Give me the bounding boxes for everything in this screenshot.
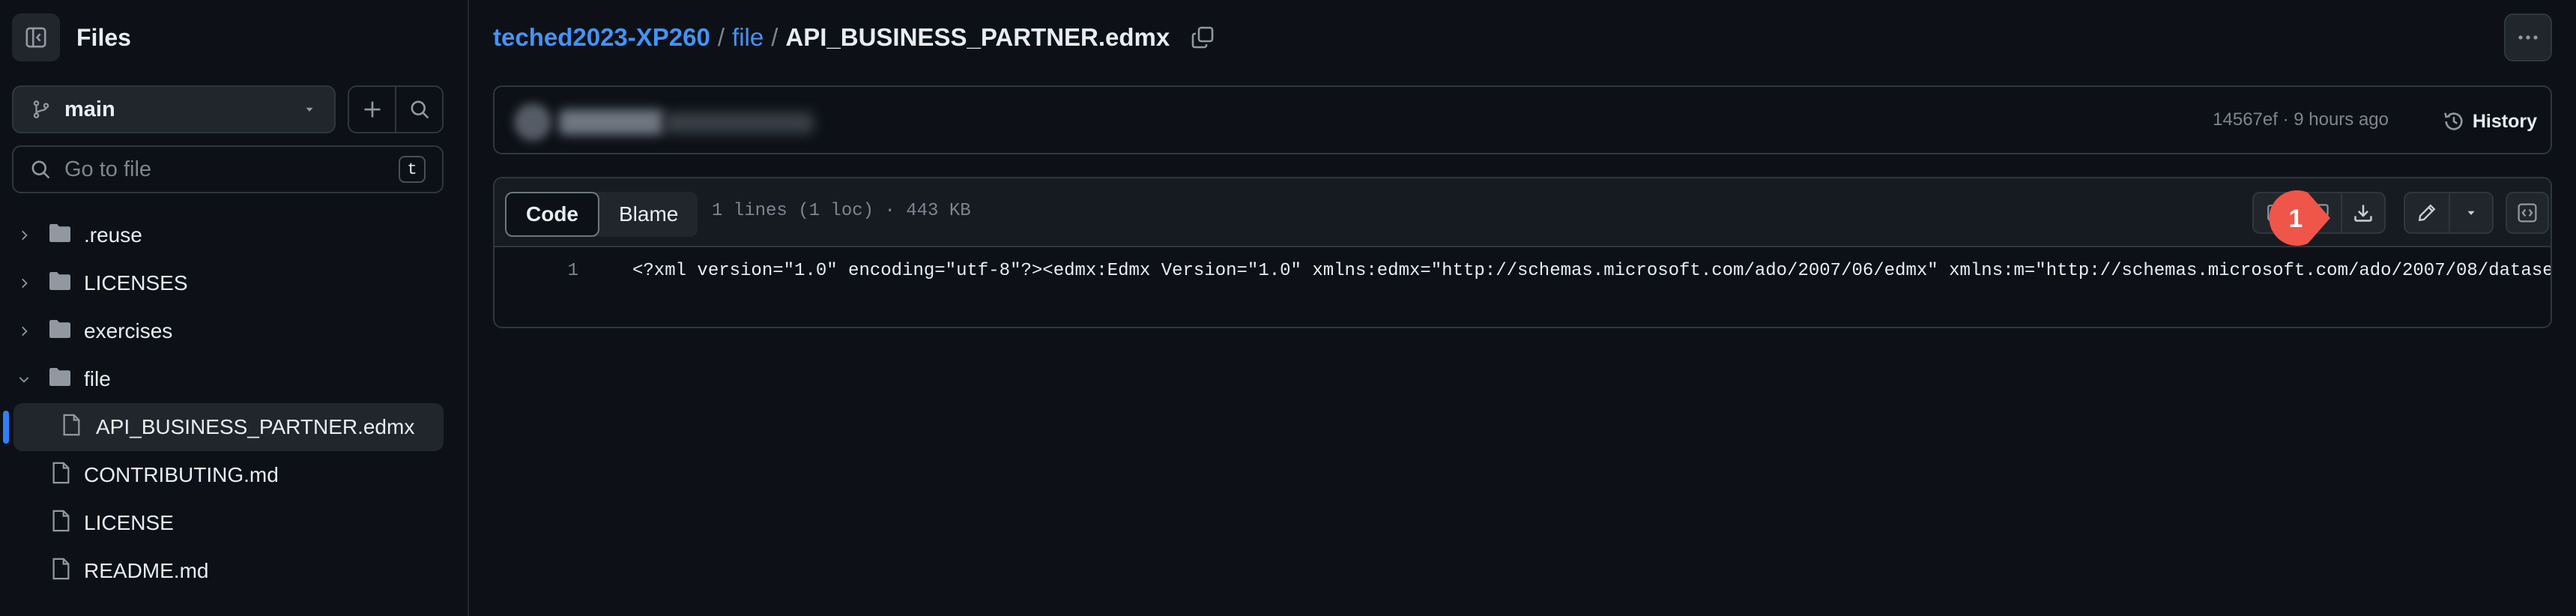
code-line: 1 <?xml version="1.0" encoding="utf-8"?>… — [495, 261, 2551, 291]
step-marker-badge: 1 — [2269, 190, 2330, 246]
breadcrumb-separator: / — [771, 23, 778, 51]
search-icon — [411, 100, 429, 119]
file-icon — [61, 414, 81, 441]
add-file-button[interactable] — [349, 87, 396, 132]
tree-item-label: LICENSES — [84, 271, 188, 295]
line-content: <?xml version="1.0" encoding="utf-8"?><e… — [632, 261, 2552, 281]
tree-item-label: LICENSE — [84, 511, 174, 534]
plus-icon — [364, 101, 380, 118]
tree-item-readme[interactable]: README.md — [0, 547, 469, 595]
commit-message-redacted — [664, 112, 814, 133]
folder-icon — [48, 223, 72, 249]
copy-icon — [1191, 26, 1214, 49]
keyboard-shortcut-hint: t — [399, 156, 426, 183]
sidebar-title: Files — [76, 23, 131, 51]
chevron-right-icon — [15, 226, 33, 244]
view-mode-switch: Code Blame — [505, 192, 698, 237]
sidebar-collapse-icon — [25, 27, 46, 48]
tree-item-license[interactable]: LICENSE — [0, 499, 469, 547]
folder-open-icon — [48, 366, 72, 393]
tree-item-label: file — [84, 367, 111, 390]
tree-item-label: .reuse — [84, 223, 142, 247]
file-actions-group — [348, 85, 444, 133]
tree-item-exercises[interactable]: exercises — [0, 307, 469, 355]
branch-selector[interactable]: main — [12, 85, 336, 133]
caret-down-icon — [2467, 211, 2475, 215]
sidebar-header: Files — [12, 13, 131, 61]
tab-code[interactable]: Code — [505, 192, 599, 237]
file-tree-sidebar: Files main t .reuse LICENSES — [0, 0, 469, 616]
step-marker-number: 1 — [2289, 205, 2303, 233]
line-number[interactable]: 1 — [495, 261, 578, 281]
breadcrumb: teched2023-XP260 / file / API_BUSINESS_P… — [493, 19, 1215, 55]
edit-dropdown-button[interactable] — [2449, 193, 2492, 232]
pencil-icon — [2418, 204, 2436, 222]
tree-item-reuse[interactable]: .reuse — [0, 211, 469, 259]
file-info: 1 lines (1 loc) · 443 KB — [712, 201, 971, 221]
tree-item-label: exercises — [84, 319, 173, 342]
file-icon — [51, 462, 70, 489]
file-tree: .reuse LICENSES exercises file API_BUSIN… — [0, 211, 469, 595]
history-icon — [2443, 112, 2463, 130]
code-square-icon — [2518, 203, 2537, 223]
download-icon — [2354, 205, 2372, 222]
history-button[interactable]: History — [2443, 103, 2537, 139]
chevron-right-icon — [15, 274, 33, 292]
breadcrumb-repo-link[interactable]: teched2023-XP260 — [493, 23, 710, 52]
file-viewer-header: Code Blame 1 lines (1 loc) · 443 KB — [495, 178, 2551, 247]
active-indicator — [3, 411, 9, 444]
branch-name: main — [64, 97, 115, 121]
file-viewer: Code Blame 1 lines (1 loc) · 443 KB 1 <?… — [493, 177, 2552, 328]
kebab-horizontal-icon — [2518, 35, 2538, 40]
chevron-down-icon — [15, 370, 33, 388]
history-label: History — [2472, 110, 2537, 132]
breadcrumb-separator: / — [717, 23, 725, 51]
breadcrumb-folder-link[interactable]: file — [732, 23, 764, 52]
tree-item-label: CONTRIBUTING.md — [84, 463, 279, 486]
tree-item-file[interactable]: file — [0, 355, 469, 403]
edit-file-button[interactable] — [2405, 193, 2449, 232]
tree-item-contributing[interactable]: CONTRIBUTING.md — [0, 451, 469, 499]
collapse-sidebar-button[interactable] — [12, 13, 60, 61]
go-to-file-input[interactable] — [64, 157, 399, 182]
file-icon — [51, 558, 70, 585]
folder-icon — [48, 318, 72, 345]
tree-item-licenses[interactable]: LICENSES — [0, 259, 469, 307]
commit-meta[interactable]: 14567ef · 9 hours ago — [2213, 109, 2389, 130]
more-options-button[interactable] — [2504, 13, 2552, 61]
tree-item-label: API_BUSINESS_PARTNER.edmx — [96, 415, 415, 438]
avatar — [514, 103, 551, 141]
search-code-button[interactable] — [396, 87, 442, 132]
edit-group — [2404, 192, 2494, 234]
copy-path-button[interactable] — [1191, 25, 1215, 49]
commit-author-redacted — [559, 109, 664, 135]
go-to-file-field[interactable]: t — [12, 145, 444, 193]
folder-icon — [48, 271, 72, 297]
tree-item-api-business-partner[interactable]: API_BUSINESS_PARTNER.edmx — [3, 403, 444, 451]
search-icon — [31, 160, 50, 179]
symbols-panel-button[interactable] — [2506, 192, 2549, 234]
download-raw-button[interactable] — [2341, 193, 2384, 232]
git-branch-icon — [33, 100, 49, 118]
chevron-right-icon — [15, 322, 33, 340]
caret-down-icon — [306, 107, 313, 112]
tree-item-label: README.md — [84, 559, 209, 582]
tab-blame[interactable]: Blame — [599, 192, 698, 237]
file-icon — [51, 510, 70, 537]
page-title: API_BUSINESS_PARTNER.edmx — [785, 23, 1170, 51]
latest-commit-bar: 14567ef · 9 hours ago History — [493, 85, 2552, 154]
